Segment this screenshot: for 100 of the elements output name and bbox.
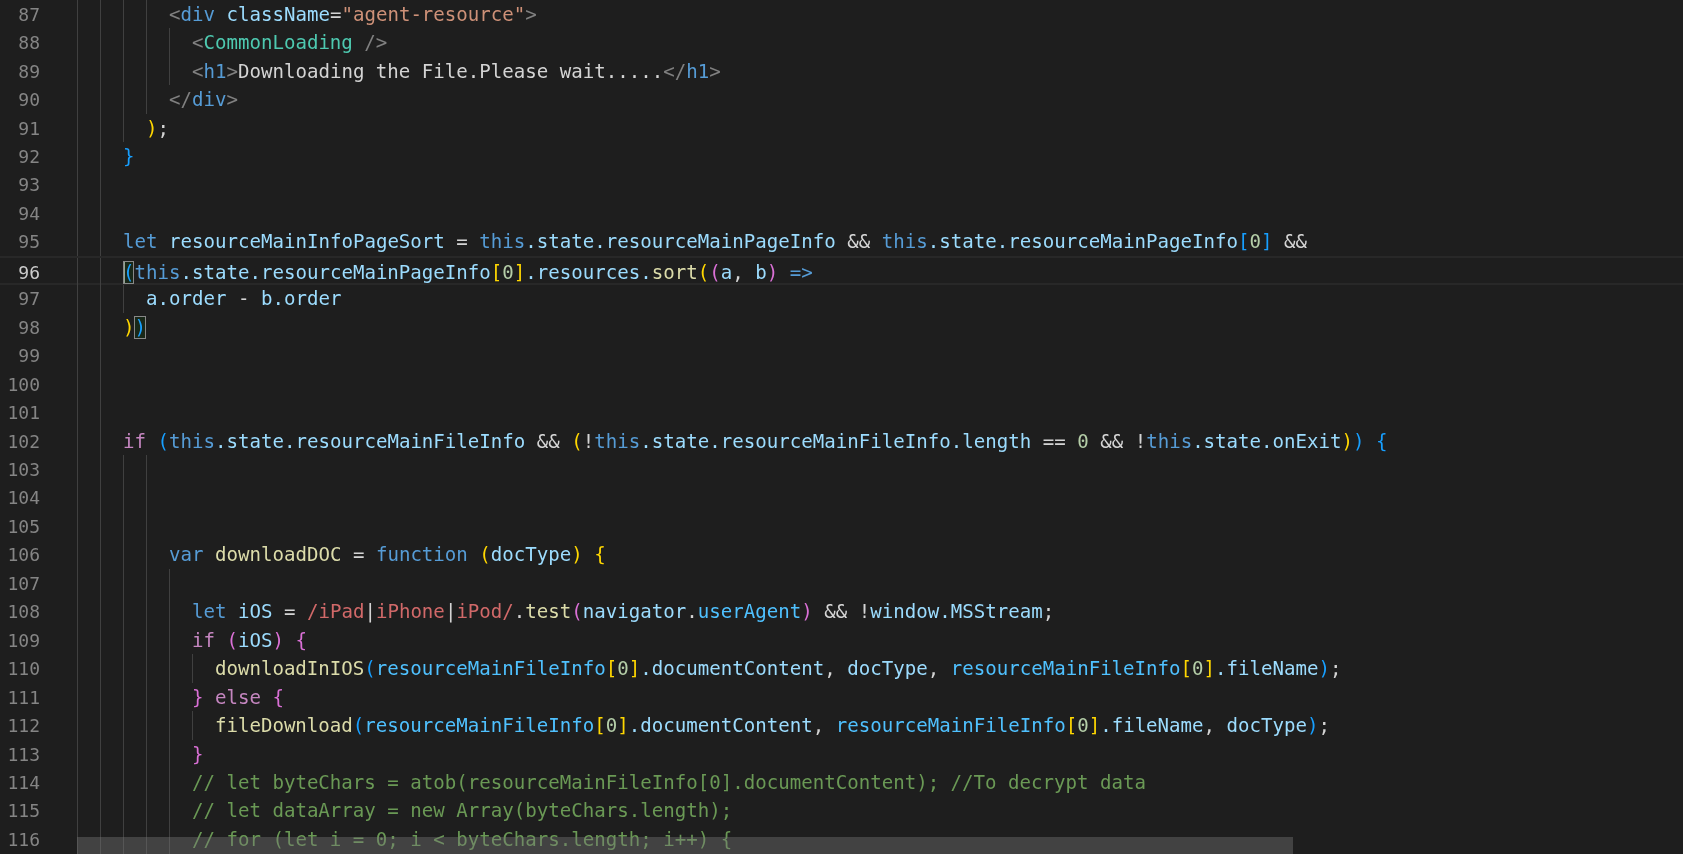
code-token: .state.resourceMainFileInfo.length bbox=[640, 429, 1032, 453]
code-token: .resources. bbox=[525, 260, 652, 284]
code-token: a bbox=[720, 260, 733, 284]
code-token: ) bbox=[145, 116, 158, 140]
code-token: resourceMainFileInfo bbox=[375, 657, 606, 681]
code-token: function bbox=[375, 543, 469, 567]
code-token: .state.resourceMainPageInfo bbox=[927, 230, 1239, 254]
line-number: 109 bbox=[6, 629, 40, 651]
code-token: docType bbox=[847, 657, 928, 681]
line-number: 98 bbox=[17, 316, 40, 338]
code-token: < bbox=[168, 2, 181, 26]
code-token: .documentContent bbox=[640, 657, 825, 681]
matched-bracket: ( bbox=[122, 260, 135, 284]
code-token: a.order bbox=[145, 287, 227, 311]
code-token: 0 bbox=[1249, 230, 1262, 254]
code-token: < bbox=[191, 59, 204, 83]
code-token: .documentContent bbox=[628, 714, 813, 738]
code-token: == bbox=[1041, 429, 1067, 453]
code-token: ! bbox=[582, 429, 595, 453]
code-token: | bbox=[364, 600, 376, 624]
matched-bracket: ) bbox=[134, 315, 146, 339]
code-token: this bbox=[134, 260, 181, 284]
code-token: ( bbox=[697, 260, 710, 284]
code-token: let bbox=[122, 230, 158, 254]
code-token: fileDownload bbox=[214, 714, 353, 738]
code-token: 0 bbox=[1077, 714, 1089, 738]
code-token: ] bbox=[1088, 714, 1101, 738]
code-token: , bbox=[732, 260, 745, 284]
code-token: iOS bbox=[236, 600, 273, 624]
code-token: </ bbox=[168, 88, 192, 112]
code-token: this bbox=[594, 429, 641, 453]
code-token: b bbox=[755, 260, 767, 284]
code-token: ) bbox=[272, 628, 285, 652]
code-token: = bbox=[282, 600, 297, 624]
code-token: ; bbox=[1318, 714, 1331, 738]
line-number: 87 bbox=[17, 3, 40, 25]
code-token: b.order bbox=[260, 287, 342, 311]
code-token: => bbox=[788, 260, 813, 284]
code-token: ) bbox=[1318, 657, 1331, 681]
code-token: , bbox=[1203, 714, 1217, 738]
code-token: ] bbox=[628, 657, 641, 681]
code-token: [ bbox=[605, 657, 618, 681]
code-token: = bbox=[329, 2, 342, 26]
code-token: && ! bbox=[1099, 429, 1147, 453]
line-number: 112 bbox=[6, 715, 40, 737]
code-token: this bbox=[1146, 429, 1193, 453]
code-token: ) bbox=[1353, 429, 1366, 453]
code-token: && bbox=[1283, 230, 1308, 254]
code-token: ; bbox=[1042, 600, 1055, 624]
line-number: 101 bbox=[6, 402, 40, 424]
code-token: if bbox=[122, 429, 147, 453]
code-token: sort bbox=[651, 260, 698, 284]
code-token: if bbox=[191, 628, 216, 652]
code-token: ] bbox=[513, 260, 526, 284]
line-number: 100 bbox=[6, 373, 40, 395]
code-token: { bbox=[295, 628, 307, 652]
code-token: ) bbox=[571, 543, 584, 567]
code-token: [ bbox=[1180, 657, 1193, 681]
code-token: resourceMainFileInfo bbox=[364, 714, 595, 738]
line-number: 94 bbox=[17, 202, 40, 224]
code-token: var bbox=[168, 543, 204, 567]
code-token: ( bbox=[571, 429, 583, 453]
code-token: // let byteChars = atob(resourceMainFileInfo[0].documentContent); //To decrypt data bbox=[191, 770, 1147, 794]
line-number: 95 bbox=[17, 231, 40, 253]
code-token: ) bbox=[1341, 429, 1354, 453]
code-token: ; bbox=[1330, 657, 1342, 681]
code-token: Downloading the File.Please wait..... bbox=[237, 59, 664, 83]
code-token: iPhone bbox=[375, 600, 445, 624]
line-number: 96 bbox=[17, 261, 40, 283]
code-token: test bbox=[525, 600, 572, 624]
code-token: window.MSStream bbox=[870, 600, 1043, 624]
line-number: 110 bbox=[6, 658, 40, 680]
code-token: ) bbox=[766, 260, 779, 284]
code-token: } bbox=[122, 145, 135, 168]
code-token: } bbox=[191, 685, 205, 709]
code-token: . bbox=[686, 600, 698, 624]
line-number: 116 bbox=[6, 828, 40, 850]
code-token: resourceMainInfoPageSort bbox=[167, 230, 445, 254]
line-number: 89 bbox=[17, 60, 40, 82]
code-token: > bbox=[226, 59, 238, 83]
code-token: = bbox=[351, 543, 366, 567]
code-token: > bbox=[709, 59, 721, 83]
code-token: .fileName bbox=[1100, 714, 1204, 738]
code-token: .state.resourceMainFileInfo bbox=[214, 429, 526, 453]
code-token: 0 bbox=[1077, 429, 1089, 453]
code-token: 0 bbox=[617, 657, 629, 681]
code-token: iPod/ bbox=[456, 600, 514, 624]
code-token: ( bbox=[479, 543, 491, 567]
code-token: = bbox=[455, 230, 469, 254]
code-token: [ bbox=[1238, 230, 1250, 254]
code-token: this bbox=[168, 429, 215, 453]
code-token: { bbox=[1376, 429, 1388, 453]
code-token: div bbox=[191, 88, 227, 112]
code-token: docType bbox=[490, 543, 572, 567]
code-token: this bbox=[881, 230, 928, 254]
code-token: && bbox=[846, 230, 872, 254]
code-token: ( bbox=[352, 714, 365, 738]
code-token: navigator bbox=[582, 600, 687, 624]
code-token: </ bbox=[663, 59, 687, 83]
code-token: ( bbox=[709, 260, 721, 284]
